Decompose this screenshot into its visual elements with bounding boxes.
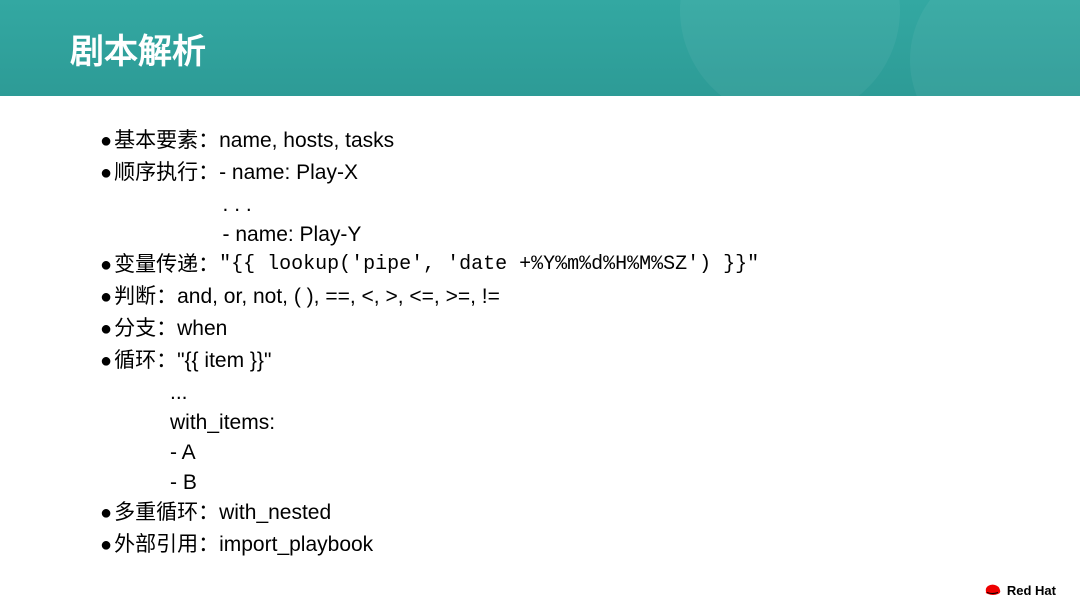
sub-line: . . . <box>100 190 1080 220</box>
bullet-item: ● 基本要素： name, hosts, tasks <box>100 126 1080 156</box>
bullet-item: ● 顺序执行： - name: Play-X <box>100 158 1080 188</box>
bullet-icon: ● <box>100 314 112 344</box>
bullet-icon: ● <box>100 158 112 188</box>
brand-logo: Red Hat <box>983 582 1056 598</box>
bullet-icon: ● <box>100 126 112 156</box>
bullet-value: "{{ lookup('pipe', 'date +%Y%m%d%H%M%SZ'… <box>219 250 759 280</box>
slide-header: 剧本解析 <box>0 0 1080 96</box>
sub-line: with_items: <box>100 408 1080 438</box>
brand-text: Red Hat <box>1007 583 1056 598</box>
bullet-label: 分支： <box>114 314 177 344</box>
bullet-value: name, hosts, tasks <box>219 126 394 156</box>
bullet-item: ● 变量传递： "{{ lookup('pipe', 'date +%Y%m%d… <box>100 250 1080 280</box>
bullet-icon: ● <box>100 498 112 528</box>
bullet-label: 循环： <box>114 346 177 376</box>
bullet-icon: ● <box>100 282 112 312</box>
bullet-label: 外部引用： <box>114 530 219 560</box>
bullet-label: 变量传递： <box>114 250 219 280</box>
sub-line: - A <box>100 438 1080 468</box>
bullet-label: 多重循环： <box>114 498 219 528</box>
slide-content: ● 基本要素： name, hosts, tasks ● 顺序执行： - nam… <box>0 96 1080 560</box>
bullet-item: ● 分支： when <box>100 314 1080 344</box>
bullet-value: when <box>177 314 227 344</box>
bullet-item: ● 循环： "{{ item }}" <box>100 346 1080 376</box>
bullet-icon: ● <box>100 530 112 560</box>
bullet-item: ● 多重循环： with_nested <box>100 498 1080 528</box>
sub-line: ... <box>100 378 1080 408</box>
bullet-value: "{{ item }}" <box>177 346 271 376</box>
slide-title: 剧本解析 <box>70 24 206 73</box>
bullet-icon: ● <box>100 346 112 376</box>
bullet-value: import_playbook <box>219 530 373 560</box>
bullet-label: 基本要素： <box>114 126 219 156</box>
bullet-value: - name: Play-X <box>219 158 358 188</box>
sub-line: - name: Play-Y <box>100 220 1080 250</box>
sub-line: - B <box>100 468 1080 498</box>
bullet-item: ● 判断： and, or, not, ( ), ==, <, >, <=, >… <box>100 282 1080 312</box>
bullet-icon: ● <box>100 250 112 280</box>
bullet-label: 顺序执行： <box>114 158 219 188</box>
bullet-item: ● 外部引用： import_playbook <box>100 530 1080 560</box>
bullet-label: 判断： <box>114 282 177 312</box>
bullet-value: and, or, not, ( ), ==, <, >, <=, >=, != <box>177 282 500 312</box>
bullet-value: with_nested <box>219 498 331 528</box>
redhat-icon <box>983 582 1003 598</box>
